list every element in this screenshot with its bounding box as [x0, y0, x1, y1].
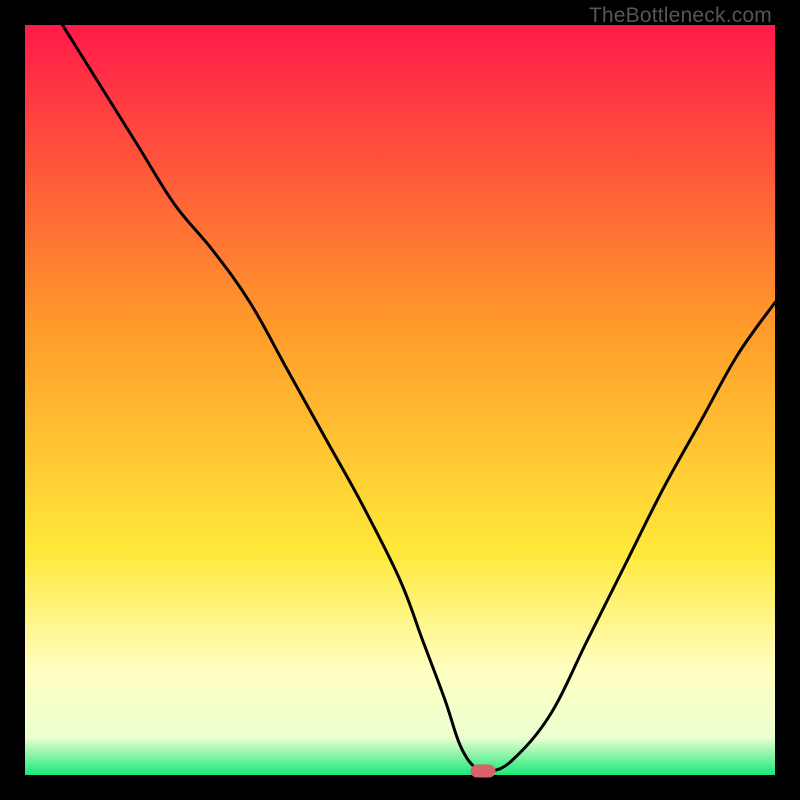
optimal-point-marker — [470, 765, 495, 778]
watermark-text: TheBottleneck.com — [589, 4, 772, 28]
chart-curve-layer — [25, 25, 775, 775]
bottleneck-curve — [63, 25, 776, 772]
